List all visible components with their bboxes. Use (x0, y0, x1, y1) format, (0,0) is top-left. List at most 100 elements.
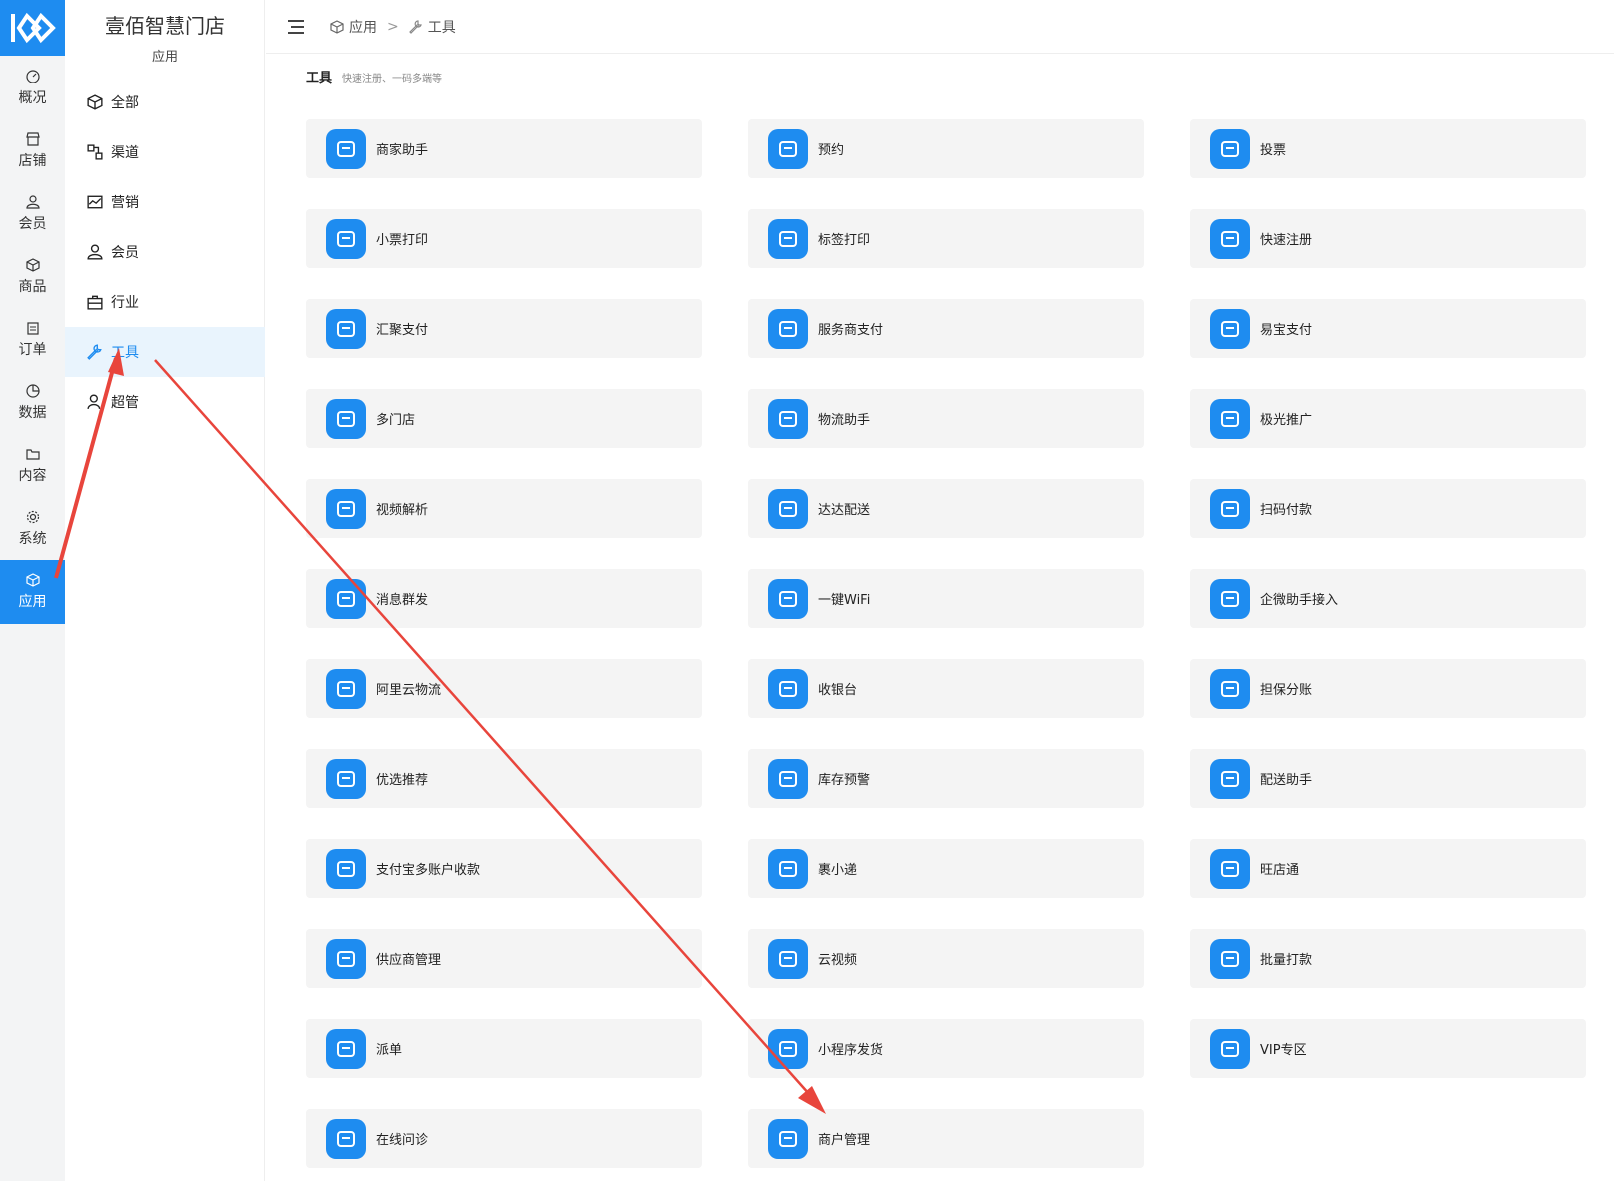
brand-logo[interactable] (0, 0, 65, 56)
tool-glyph-icon (1221, 320, 1239, 337)
tool-card[interactable]: 商户管理 (748, 1109, 1144, 1168)
rail-item-label: 会员 (18, 216, 47, 232)
tool-card[interactable]: 视频解析 (306, 479, 702, 538)
tool-icon (768, 308, 808, 349)
tool-card[interactable]: 裹小递 (748, 839, 1144, 898)
tool-card[interactable]: 企微助手接入 (1190, 569, 1586, 628)
tool-card[interactable]: 预约 (748, 119, 1144, 178)
tool-icon (1210, 218, 1250, 259)
tool-card[interactable]: 库存预警 (748, 749, 1144, 808)
pie-chart-icon (25, 384, 40, 398)
sidebar-item-5[interactable]: 工具 (65, 327, 265, 377)
tool-icon (1210, 398, 1250, 439)
top-bar: 应用 > 工具 (266, 0, 1614, 54)
tool-glyph-icon (337, 410, 355, 427)
tool-card[interactable]: 派单 (306, 1019, 702, 1078)
sidebar-item-1[interactable]: 渠道 (65, 127, 265, 177)
rail-item-5[interactable]: 数据 (0, 371, 65, 435)
tool-label: 裹小递 (818, 863, 858, 878)
tool-label: 服务商支付 (818, 323, 884, 338)
tool-label: 小票打印 (376, 233, 429, 248)
box-icon (25, 258, 40, 272)
breadcrumb-apps-link[interactable]: 应用 (349, 17, 377, 37)
tool-label: 阿里云物流 (376, 683, 442, 698)
sidebar-item-2[interactable]: 营销 (65, 177, 265, 227)
tool-card[interactable]: 供应商管理 (306, 929, 702, 988)
tool-card[interactable]: 一键WiFi (748, 569, 1144, 628)
tool-card[interactable]: 小票打印 (306, 209, 702, 268)
tool-card[interactable]: VIP专区 (1190, 1019, 1586, 1078)
rail-item-8[interactable]: 应用 (0, 560, 65, 624)
tool-card[interactable]: 扫码付款 (1190, 479, 1586, 538)
tool-icon (768, 1118, 808, 1159)
menu-toggle-icon[interactable] (288, 19, 304, 34)
briefcase-icon (87, 295, 103, 310)
tool-card[interactable]: 多门店 (306, 389, 702, 448)
tool-icon (326, 488, 366, 529)
tool-icon (1210, 578, 1250, 619)
tool-card[interactable]: 服务商支付 (748, 299, 1144, 358)
tool-icon (326, 578, 366, 619)
tool-icon (768, 1028, 808, 1069)
tool-card[interactable]: 标签打印 (748, 209, 1144, 268)
rail-item-2[interactable]: 会员 (0, 182, 65, 246)
main-nav-rail: 概况 店铺会员商品 订单 数据内容系统 应用 (0, 0, 65, 1181)
breadcrumb: 应用 > 工具 (330, 17, 456, 37)
rail-item-label: 内容 (18, 468, 47, 484)
tool-card[interactable]: 投票 (1190, 119, 1586, 178)
tool-card[interactable]: 汇聚支付 (306, 299, 702, 358)
tool-card[interactable]: 配送助手 (1190, 749, 1586, 808)
tool-glyph-icon (337, 590, 355, 607)
rail-item-3[interactable]: 商品 (0, 245, 65, 309)
tool-card[interactable]: 在线问诊 (306, 1109, 702, 1168)
tool-card[interactable]: 收银台 (748, 659, 1144, 718)
tool-card[interactable]: 商家助手 (306, 119, 702, 178)
tool-label: 配送助手 (1260, 773, 1313, 788)
tool-card[interactable]: 物流助手 (748, 389, 1144, 448)
sidebar-item-4[interactable]: 行业 (65, 277, 265, 327)
tool-card[interactable]: 达达配送 (748, 479, 1144, 538)
sidebar-item-6[interactable]: 超管 (65, 377, 265, 427)
tool-glyph-icon (779, 320, 797, 337)
tool-card[interactable]: 优选推荐 (306, 749, 702, 808)
tool-card[interactable]: 快速注册 (1190, 209, 1586, 268)
tool-icon (326, 128, 366, 169)
tool-card[interactable]: 易宝支付 (1190, 299, 1586, 358)
rail-item-7[interactable]: 系统 (0, 497, 65, 561)
cube-icon (25, 573, 40, 587)
tool-glyph-icon (779, 230, 797, 247)
rail-item-0[interactable]: 概况 (0, 56, 65, 120)
tool-glyph-icon (337, 1040, 355, 1057)
tool-card[interactable]: 消息群发 (306, 569, 702, 628)
channel-icon (87, 144, 103, 160)
tool-card[interactable]: 批量打款 (1190, 929, 1586, 988)
tool-card[interactable]: 云视频 (748, 929, 1144, 988)
cube-icon (330, 19, 344, 34)
rail-item-4[interactable]: 订单 (0, 308, 65, 372)
tool-card[interactable]: 支付宝多账户收款 (306, 839, 702, 898)
breadcrumb-current: 工具 (427, 19, 456, 36)
tool-card[interactable]: 小程序发货 (748, 1019, 1144, 1078)
tool-label: 扫码付款 (1260, 503, 1313, 518)
tool-icon (768, 848, 808, 889)
rail-item-6[interactable]: 内容 (0, 434, 65, 498)
tool-glyph-icon (779, 140, 797, 157)
tool-card[interactable]: 担保分账 (1190, 659, 1586, 718)
tool-label: 库存预警 (818, 773, 871, 788)
sidebar-item-0[interactable]: 全部 (65, 77, 265, 127)
tool-card[interactable]: 旺店通 (1190, 839, 1586, 898)
sidebar-item-label: 超管 (111, 395, 139, 411)
tool-card[interactable]: 阿里云物流 (306, 659, 702, 718)
rail-item-1[interactable]: 店铺 (0, 119, 65, 183)
sidebar-item-3[interactable]: 会员 (65, 227, 265, 277)
tool-icon (326, 1028, 366, 1069)
tool-glyph-icon (337, 500, 355, 517)
tool-label: 旺店通 (1260, 863, 1300, 878)
tool-card[interactable]: 极光推广 (1190, 389, 1586, 448)
breadcrumb-separator: > (387, 18, 399, 35)
tool-label: 小程序发货 (818, 1043, 884, 1058)
tool-icon (768, 758, 808, 799)
tool-label: 消息群发 (376, 593, 429, 608)
gear-icon (26, 510, 39, 524)
tool-icon (326, 758, 366, 799)
